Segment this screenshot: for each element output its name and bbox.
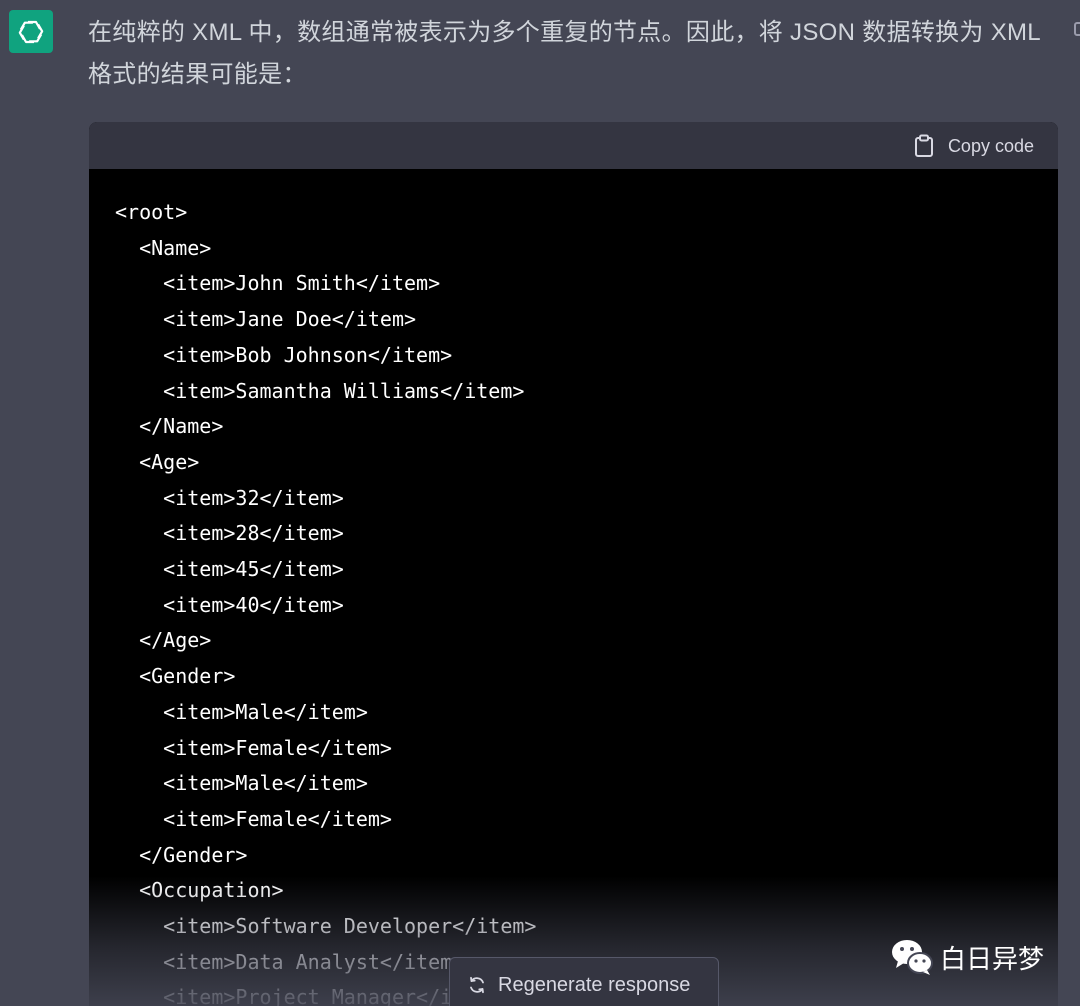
watermark: 白日异梦 (890, 937, 1044, 977)
code-block-header: Copy code (89, 122, 1058, 169)
clipboard-icon[interactable] (1074, 22, 1080, 36)
copy-code-button[interactable]: Copy code (914, 133, 1034, 159)
watermark-text: 白日异梦 (940, 943, 1045, 974)
chat-page: 在纯粹的 XML 中，数组通常被表示为多个重复的节点。因此，将 JSON 数据转… (0, 0, 1080, 1006)
refresh-icon (470, 976, 484, 994)
regenerate-response-label: Regenerate response (498, 973, 691, 996)
wechat-icon (890, 937, 934, 977)
assistant-avatar (9, 10, 53, 53)
assistant-message-text: 在纯粹的 XML 中，数组通常被表示为多个重复的节点。因此，将 JSON 数据转… (88, 19, 1041, 88)
code-block: Copy code <root> <Name> <item>John Smith… (89, 122, 1058, 1006)
clipboard-icon (914, 134, 933, 157)
copy-code-label: Copy code (947, 135, 1034, 156)
regenerate-response-button[interactable]: Regenerate response (449, 957, 719, 1006)
openai-logo-icon (18, 20, 44, 43)
xml-code: <root> <Name> <item>John Smith</item> <i… (115, 200, 537, 1006)
code-body: <root> <Name> <item>John Smith</item> <i… (89, 169, 1058, 1006)
